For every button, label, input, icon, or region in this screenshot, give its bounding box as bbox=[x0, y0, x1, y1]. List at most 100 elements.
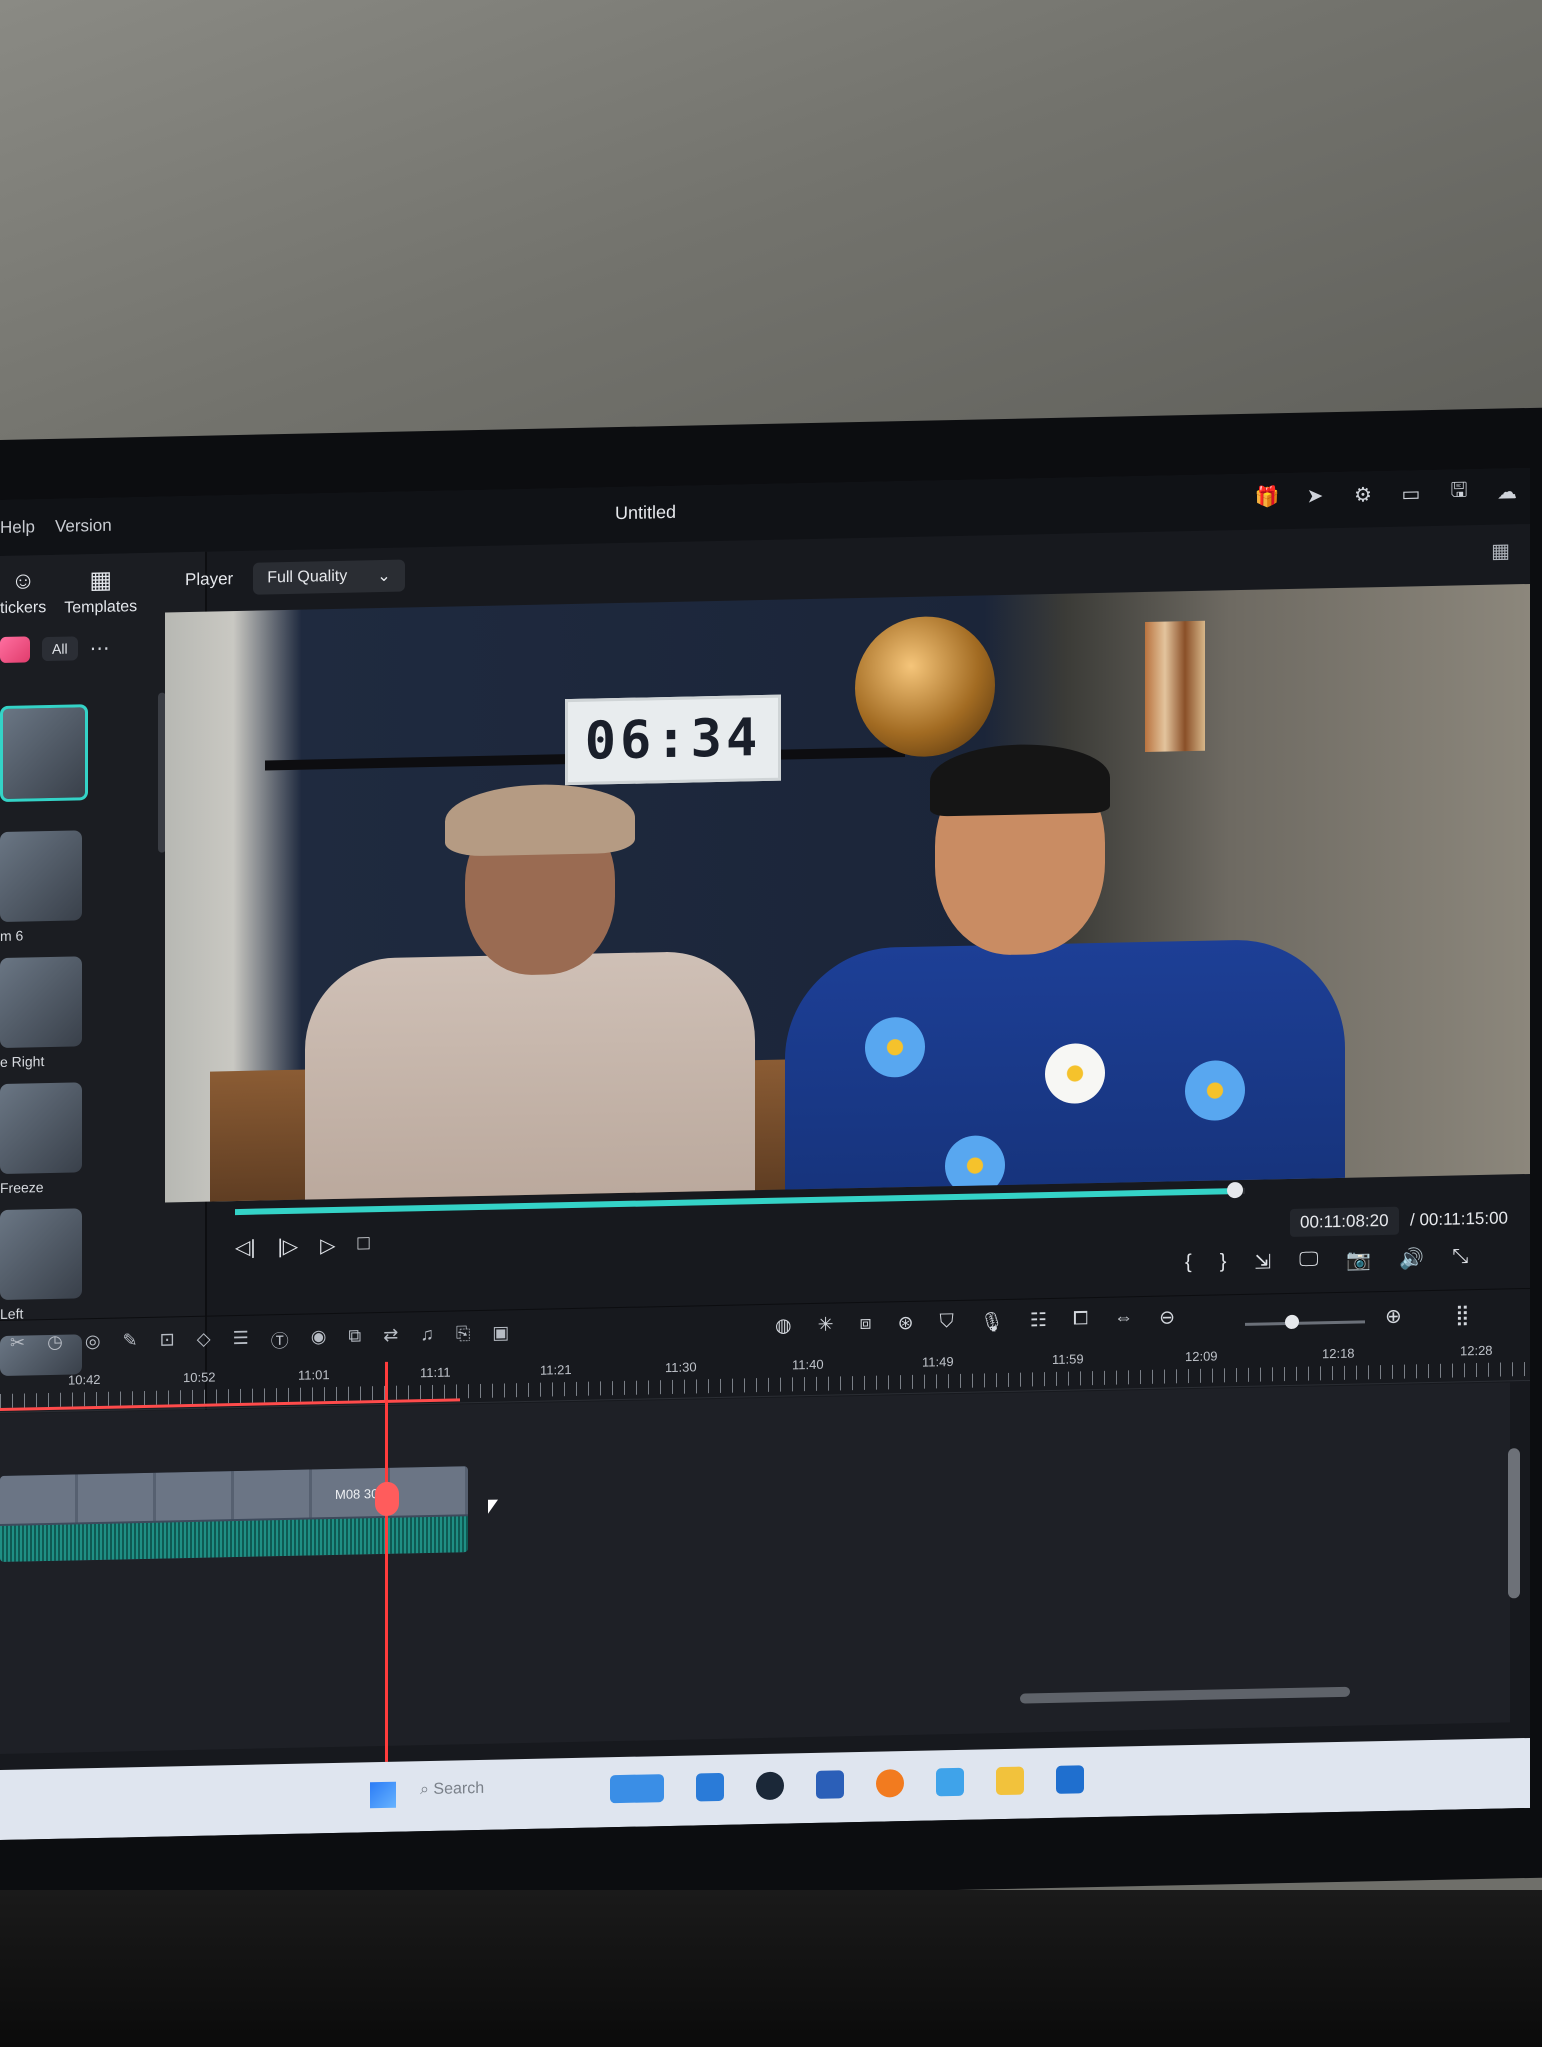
translate-icon[interactable]: ⎘ bbox=[456, 1323, 470, 1349]
shirt-flower bbox=[945, 1134, 1005, 1197]
shield-icon[interactable]: ⛉ bbox=[940, 1311, 954, 1335]
tab-stickers[interactable]: ☺ tickers bbox=[0, 567, 46, 619]
playhead-handle[interactable] bbox=[375, 1481, 399, 1517]
fullscreen-icon[interactable]: ⤡ bbox=[1452, 1245, 1468, 1270]
total-time: / 00:11:15:00 bbox=[1410, 1208, 1508, 1230]
group-icon[interactable]: ⧉ bbox=[348, 1325, 361, 1351]
display-icon[interactable]: 🖵 bbox=[1299, 1248, 1318, 1273]
more-options-icon[interactable]: ⋯ bbox=[90, 635, 110, 660]
quality-dropdown[interactable]: Full Quality ⌄ bbox=[253, 559, 405, 595]
volume-icon[interactable]: 🔊 bbox=[1399, 1246, 1424, 1272]
audio-waveform bbox=[0, 1516, 468, 1562]
zoom-in-icon[interactable]: ⊕ bbox=[1385, 1304, 1402, 1329]
ruler-label: 12:28 bbox=[1460, 1342, 1493, 1359]
template-thumb-5[interactable] bbox=[0, 1208, 82, 1300]
layout-icon[interactable]: ▦ bbox=[1491, 538, 1510, 563]
ruler-label: 11:01 bbox=[298, 1367, 330, 1383]
freeze-icon[interactable]: ▣ bbox=[492, 1322, 509, 1348]
taskbar-search[interactable]: ⌕ Search bbox=[420, 1780, 484, 1799]
insert-icon[interactable]: ⇲ bbox=[1254, 1249, 1271, 1274]
prev-frame-icon[interactable]: ◁| bbox=[235, 1235, 256, 1260]
transport-controls: ◁| |▷ ▷ □ bbox=[235, 1232, 370, 1260]
edit-icon[interactable]: ✎ bbox=[123, 1330, 138, 1356]
store-icon[interactable] bbox=[696, 1772, 724, 1802]
save-icon[interactable]: 🖫 bbox=[1446, 479, 1472, 506]
transition-icon[interactable]: ⇄ bbox=[383, 1325, 398, 1351]
zoom-knob[interactable] bbox=[1285, 1314, 1299, 1330]
record-icon[interactable]: ◉ bbox=[311, 1326, 327, 1352]
gift-icon[interactable]: 🎁 bbox=[1254, 483, 1280, 510]
sticker-icon: ☺ bbox=[10, 567, 36, 595]
clock-display: 06:34 bbox=[565, 694, 781, 786]
speed-icon[interactable]: ◷ bbox=[47, 1332, 63, 1358]
title-actions: 🎁 ➤ ⚙ ▭ 🖫 ☁ bbox=[1254, 478, 1520, 510]
play-icon[interactable]: ▷ bbox=[320, 1233, 335, 1258]
snap-icon[interactable]: ✳ bbox=[818, 1314, 834, 1338]
video-preview[interactable]: 06:34 bbox=[165, 583, 1530, 1203]
taskbar: ⌕ Search bbox=[0, 1737, 1530, 1840]
template-thumb-3[interactable] bbox=[0, 956, 82, 1048]
progress-knob[interactable] bbox=[1226, 1181, 1243, 1199]
quality-value: Full Quality bbox=[267, 567, 348, 587]
premium-icon[interactable] bbox=[0, 636, 30, 663]
subtitle-icon[interactable]: ☷ bbox=[1030, 1309, 1047, 1333]
tab-templates[interactable]: ▦ Templates bbox=[64, 565, 137, 618]
crop-icon[interactable]: ⊡ bbox=[160, 1329, 175, 1355]
template-label: m 6 bbox=[0, 927, 24, 944]
cloud-icon[interactable]: ☁ bbox=[1494, 478, 1520, 505]
render-icon[interactable]: ⧈ bbox=[860, 1313, 872, 1337]
ruler-label: 12:09 bbox=[1185, 1348, 1218, 1365]
timeline-vscrollbar[interactable] bbox=[1508, 1448, 1520, 1599]
template-thumb-2[interactable] bbox=[0, 830, 82, 922]
mark-in-icon[interactable]: { bbox=[1185, 1251, 1192, 1276]
firefox-icon[interactable] bbox=[876, 1769, 904, 1798]
fit-icon[interactable]: ⇔ bbox=[1114, 1307, 1133, 1331]
player-label: Player bbox=[185, 569, 234, 590]
menu-version[interactable]: Version bbox=[55, 515, 132, 537]
mark-out-icon[interactable]: } bbox=[1220, 1250, 1227, 1275]
app-icon[interactable] bbox=[936, 1767, 964, 1797]
send-icon[interactable]: ➤ bbox=[1302, 482, 1328, 509]
microphone-icon[interactable]: 🎙 bbox=[980, 1310, 1004, 1335]
zoom-slider[interactable] bbox=[1245, 1320, 1365, 1326]
settings-icon[interactable]: ⚙ bbox=[1350, 481, 1376, 508]
stop-icon[interactable]: □ bbox=[358, 1232, 370, 1257]
text-ai-icon[interactable]: Ⓣ bbox=[271, 1327, 289, 1353]
current-time: 00:11:08:20 bbox=[1290, 1206, 1399, 1237]
playhead[interactable] bbox=[385, 1361, 388, 1762]
audio-icon[interactable]: ♫ bbox=[420, 1324, 434, 1350]
folder-icon[interactable] bbox=[996, 1766, 1024, 1796]
split-icon[interactable]: ✂ bbox=[10, 1332, 25, 1358]
pinned-apps bbox=[610, 1765, 1084, 1804]
adjust-icon[interactable]: ☰ bbox=[233, 1328, 249, 1354]
menu-help[interactable]: Help bbox=[0, 517, 55, 538]
desk-surface bbox=[0, 1890, 1542, 2047]
ai-icon[interactable]: ◎ bbox=[85, 1331, 101, 1357]
terminal-icon[interactable] bbox=[1056, 1765, 1084, 1794]
ruler-label: 11:30 bbox=[665, 1359, 697, 1376]
timeline-tools: ◍ ✳ ⧈ ⊛ ⛉ 🎙 ☷ ⧠ ⇔ ⊖ bbox=[775, 1306, 1175, 1338]
video-clip[interactable]: M08 3026 bbox=[0, 1466, 468, 1562]
zoom-out-icon[interactable]: ⊖ bbox=[1159, 1306, 1175, 1330]
grid-menu-icon[interactable]: ⣿ bbox=[1455, 1302, 1470, 1327]
word-icon[interactable] bbox=[816, 1770, 844, 1799]
template-label: e Right bbox=[0, 1053, 45, 1070]
auto-icon[interactable]: ◍ bbox=[775, 1314, 792, 1338]
template-thumb-4[interactable] bbox=[0, 1082, 82, 1174]
app-icon[interactable] bbox=[610, 1774, 664, 1804]
timeline-tracks[interactable]: M08 3026 bbox=[0, 1382, 1510, 1754]
snapshot-icon[interactable]: 📷 bbox=[1346, 1247, 1371, 1273]
windows-start-icon[interactable] bbox=[370, 1781, 396, 1809]
template-thumb-1[interactable] bbox=[0, 704, 88, 802]
person-left-body bbox=[305, 950, 755, 1203]
ruler-label: 11:11 bbox=[420, 1364, 451, 1381]
mask-icon[interactable]: ◇ bbox=[197, 1329, 211, 1355]
filter-all-button[interactable]: All bbox=[42, 636, 78, 662]
panel-icon[interactable]: ▭ bbox=[1398, 480, 1424, 507]
screen: Help Version Untitled 🎁 ➤ ⚙ ▭ 🖫 ☁ ☺ tick… bbox=[0, 467, 1530, 1841]
step-play-icon[interactable]: |▷ bbox=[278, 1234, 299, 1259]
mix-icon[interactable]: ⊛ bbox=[898, 1312, 914, 1336]
steam-icon[interactable] bbox=[756, 1771, 784, 1801]
pip-icon[interactable]: ⧠ bbox=[1073, 1308, 1088, 1332]
globe bbox=[855, 615, 995, 759]
